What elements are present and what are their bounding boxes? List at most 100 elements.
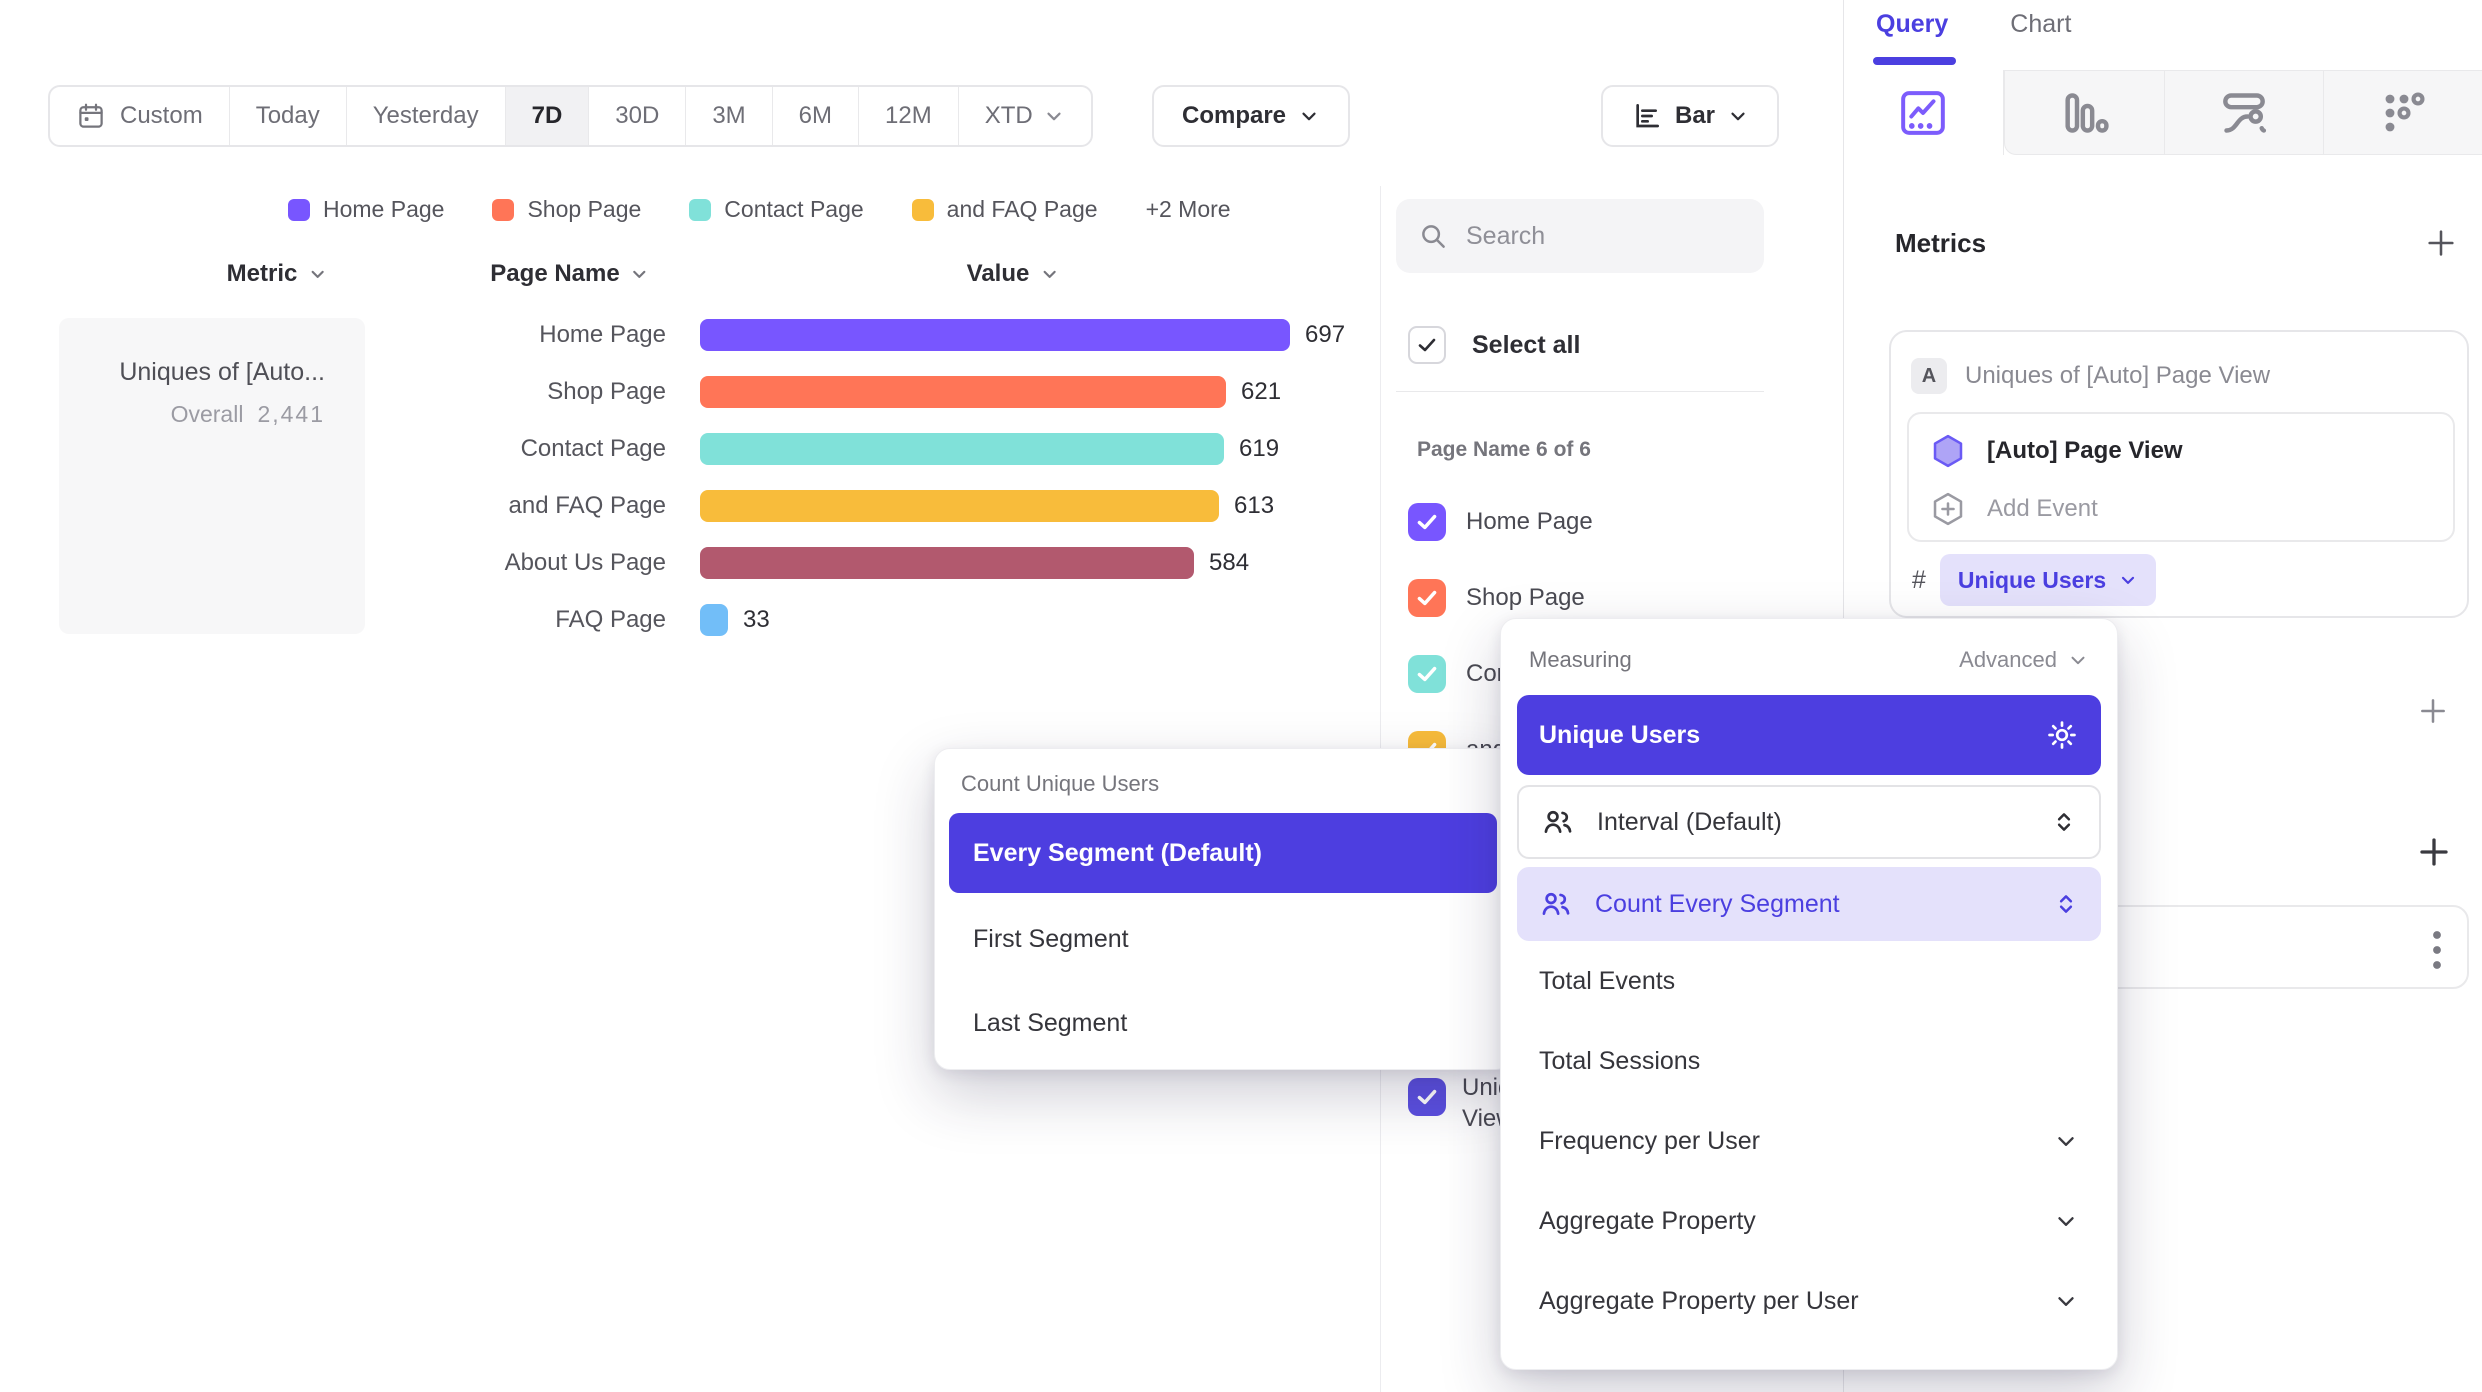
event-block: [Auto] Page View Add Event [1907, 412, 2455, 542]
plus-icon [2416, 834, 2452, 870]
legend-label: Shop Page [527, 196, 641, 223]
bar[interactable] [700, 490, 1219, 522]
value-column-header[interactable]: Value [967, 260, 1060, 288]
legend-search-box [1396, 199, 1764, 273]
date-range-button[interactable]: 6M [772, 87, 858, 145]
measurement-chip[interactable]: Unique Users [1940, 554, 2156, 606]
date-range-custom-button[interactable]: Custom [50, 87, 229, 145]
gear-icon [2045, 718, 2079, 752]
chevron-down-icon [2053, 1128, 2079, 1154]
menu-item-label: Frequency per User [1539, 1127, 1760, 1156]
legend-swatch [689, 199, 711, 221]
chart-type-button[interactable]: Bar [1601, 85, 1779, 147]
select-all-label: Select all [1472, 331, 1580, 360]
chevron-down-icon [1039, 264, 1059, 284]
menu-item-label: Aggregate Property per User [1539, 1287, 1859, 1316]
table-row: About Us Page 584 [0, 534, 1380, 591]
measuring-popover-header: Measuring Advanced [1517, 643, 2101, 695]
date-range-button[interactable]: 3M [685, 87, 771, 145]
menu-item[interactable]: First Segment [949, 897, 1497, 981]
date-range-button[interactable]: Today [229, 87, 346, 145]
compare-label: Compare [1182, 102, 1286, 130]
advanced-toggle[interactable]: Advanced [1959, 647, 2089, 673]
tab-insights[interactable] [1844, 70, 2004, 155]
chart-type-label: Bar [1675, 102, 1715, 130]
bar[interactable] [700, 547, 1194, 579]
legend-swatch [492, 199, 514, 221]
calendar-icon [76, 101, 106, 131]
legend-label: and FAQ Page [947, 196, 1098, 223]
tab-flows[interactable] [2164, 70, 2324, 155]
date-range-button[interactable]: 7D [505, 87, 589, 145]
menu-item[interactable]: Interval (Default) [1517, 785, 2101, 859]
page-name-column-header[interactable]: Page Name [490, 260, 649, 288]
active-tab-underline [1873, 57, 1956, 65]
tab-chart[interactable]: Chart [2010, 10, 2071, 39]
chevron-down-icon [1043, 105, 1065, 127]
menu-item[interactable]: Total Sessions [1517, 1021, 2101, 1101]
measuring-options: Unique Users [1517, 695, 2101, 1341]
menu-item[interactable]: Aggregate Property [1517, 1181, 2101, 1261]
add-event-row[interactable]: Add Event [1929, 490, 2098, 528]
date-range-button[interactable]: Yesterday [346, 87, 505, 145]
filter-checkbox[interactable] [1408, 1078, 1446, 1116]
compare-button[interactable]: Compare [1152, 85, 1350, 147]
menu-item[interactable]: Frequency per User [1517, 1101, 2101, 1181]
retention-icon [2376, 85, 2432, 141]
menu-item-label: Aggregate Property [1539, 1207, 1756, 1236]
menu-item[interactable]: Every Segment (Default) [949, 813, 1497, 893]
select-all-checkbox[interactable] [1408, 326, 1446, 364]
add-metric-button[interactable] [2424, 226, 2458, 260]
bar[interactable] [700, 376, 1226, 408]
date-range-button[interactable]: 30D [588, 87, 685, 145]
metric-header-label: Metric [227, 260, 298, 288]
row-value: 619 [1239, 435, 1279, 463]
event-row[interactable]: [Auto] Page View [1929, 432, 2183, 470]
event-hexagon-icon [1929, 432, 1967, 470]
filter-checkbox[interactable] [1408, 503, 1446, 541]
bar[interactable] [700, 433, 1224, 465]
bar-chart-rows: Home Page 697 Shop Page 621 Contact Page… [0, 306, 1380, 648]
page-name-header-label: Page Name [490, 260, 619, 288]
table-row: FAQ Page 33 [0, 591, 1380, 648]
search-input[interactable] [1466, 222, 1726, 251]
menu-item[interactable]: Aggregate Property per User [1517, 1261, 2101, 1341]
menu-item[interactable]: Total Events [1517, 941, 2101, 1021]
tab-retention[interactable] [2323, 70, 2482, 155]
list-item[interactable]: Home Page [1408, 484, 1627, 560]
chevron-down-icon [1727, 105, 1749, 127]
metric-card: A Uniques of [Auto] Page View [Auto] Pag… [1889, 330, 2469, 618]
date-range-button[interactable]: 12M [858, 87, 958, 145]
tab-funnels[interactable] [2004, 70, 2164, 155]
filter-checkbox[interactable] [1408, 655, 1446, 693]
menu-item[interactable]: Count Every Segment [1517, 867, 2101, 941]
menu-item[interactable]: Unique Users [1517, 695, 2101, 775]
legend-more-label[interactable]: +2 More [1146, 196, 1231, 223]
bar[interactable] [700, 604, 728, 636]
legend-swatch [912, 199, 934, 221]
popover-title: Count Unique Users [949, 769, 1497, 813]
select-all-checkbox-row[interactable]: Select all [1408, 326, 1580, 364]
table-row: Home Page 697 [0, 306, 1380, 363]
menu-item[interactable]: Last Segment [949, 981, 1497, 1065]
date-range-xtd-button[interactable]: XTD [958, 87, 1091, 145]
checkmark-icon [1415, 333, 1439, 357]
metric-column-header[interactable]: Metric [227, 260, 328, 288]
filter-checkbox[interactable] [1408, 579, 1446, 617]
date-range-segmented-control: Custom Today Yesterday 7D 30D 3M 6M 12M … [48, 85, 1093, 147]
row-value: 621 [1241, 378, 1281, 406]
add-breakdown-button[interactable] [2416, 834, 2452, 870]
hash-symbol: # [1912, 566, 1926, 595]
bar[interactable] [700, 319, 1290, 351]
row-page-name: Shop Page [0, 378, 666, 406]
add-filter-button[interactable] [2417, 695, 2449, 727]
checkmark-icon [1414, 1084, 1440, 1110]
table-row: and FAQ Page 613 [0, 477, 1380, 534]
flows-icon [2216, 85, 2272, 141]
panel-tabs: Query Chart [1876, 10, 2071, 39]
event-name: [Auto] Page View [1987, 437, 2183, 465]
count-segment-popover: Count Unique Users Every Segment (Defaul… [934, 748, 1512, 1070]
kebab-menu-icon[interactable] [2431, 929, 2443, 971]
search-icon [1418, 221, 1448, 251]
tab-query[interactable]: Query [1876, 10, 1948, 39]
